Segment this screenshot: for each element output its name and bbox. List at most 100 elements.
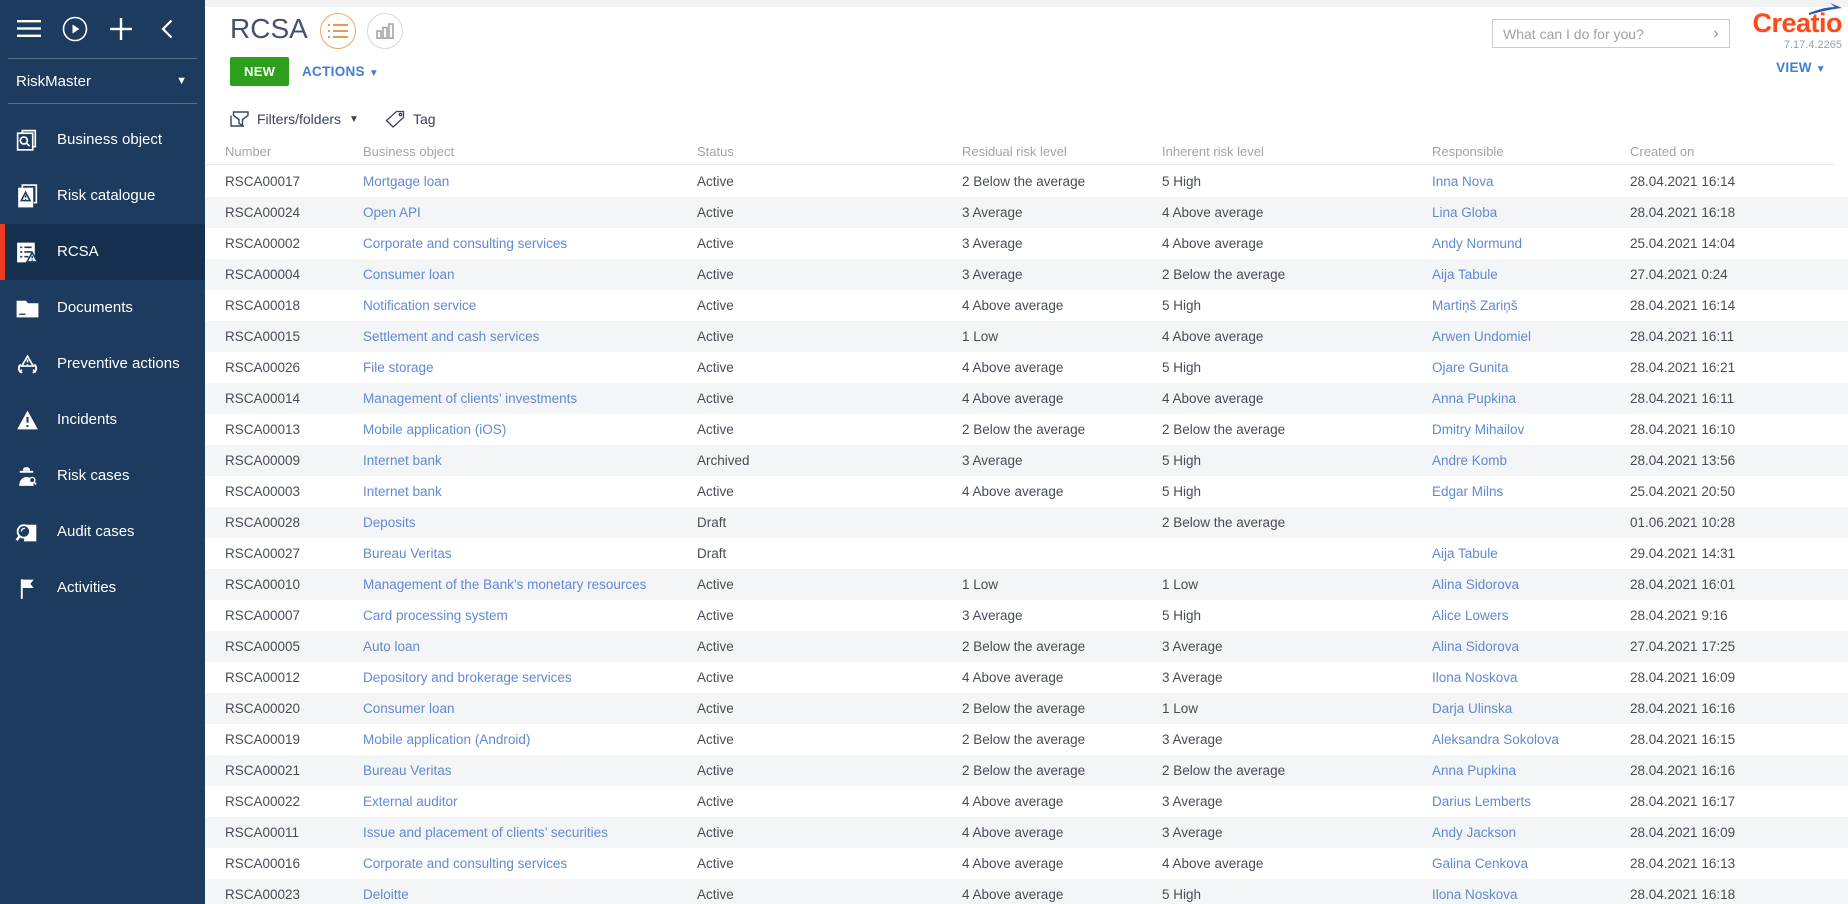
- column-header-residual-risk-level[interactable]: Residual risk level: [962, 144, 1162, 159]
- table-row[interactable]: RSCA00003 Internet bank Active 4 Above a…: [205, 476, 1848, 507]
- cell-responsible-link[interactable]: Darja Ulinska: [1432, 701, 1630, 716]
- cell-business-object-link[interactable]: Deposits: [363, 515, 697, 530]
- table-row[interactable]: RSCA00020 Consumer loan Active 2 Below t…: [205, 693, 1848, 724]
- column-header-business-object[interactable]: Business object: [363, 144, 697, 159]
- cell-responsible-link[interactable]: Andy Normund: [1432, 236, 1630, 251]
- cell-responsible-link[interactable]: Anna Pupkina: [1432, 763, 1630, 778]
- table-row[interactable]: RSCA00010 Management of the Bank’s monet…: [205, 569, 1848, 600]
- list-view-toggle[interactable]: [320, 13, 356, 49]
- cell-business-object-link[interactable]: Internet bank: [363, 453, 697, 468]
- cell-business-object-link[interactable]: File storage: [363, 360, 697, 375]
- cell-responsible-link[interactable]: Aleksandra Sokolova: [1432, 732, 1630, 747]
- table-row[interactable]: RSCA00012 Depository and brokerage servi…: [205, 662, 1848, 693]
- search-input[interactable]: [1493, 26, 1703, 42]
- column-header-status[interactable]: Status: [697, 144, 962, 159]
- sidebar-item-rcsa[interactable]: RCSA: [0, 224, 205, 280]
- cell-business-object-link[interactable]: Depository and brokerage services: [363, 670, 697, 685]
- table-row[interactable]: RSCA00018 Notification service Active 4 …: [205, 290, 1848, 321]
- table-row[interactable]: RSCA00007 Card processing system Active …: [205, 600, 1848, 631]
- sidebar-item-audit-cases[interactable]: Audit cases: [0, 504, 205, 560]
- sidebar-item-business-object[interactable]: Business object: [0, 112, 205, 168]
- cell-responsible-link[interactable]: Alina Sidorova: [1432, 577, 1630, 592]
- column-header-number[interactable]: Number: [225, 144, 363, 159]
- table-row[interactable]: RSCA00028 Deposits Draft 2 Below the ave…: [205, 507, 1848, 538]
- table-row[interactable]: RSCA00022 External auditor Active 4 Abov…: [205, 786, 1848, 817]
- cell-business-object-link[interactable]: Settlement and cash services: [363, 329, 697, 344]
- table-row[interactable]: RSCA00021 Bureau Veritas Active 2 Below …: [205, 755, 1848, 786]
- table-row[interactable]: RSCA00015 Settlement and cash services A…: [205, 321, 1848, 352]
- sidebar-item-risk-cases[interactable]: Risk cases: [0, 448, 205, 504]
- sidebar-item-incidents[interactable]: Incidents: [0, 392, 205, 448]
- column-header-inherent-risk-level[interactable]: Inherent risk level: [1162, 144, 1432, 159]
- cell-responsible-link[interactable]: Galina Cenkova: [1432, 856, 1630, 871]
- cell-responsible-link[interactable]: Lina Globa: [1432, 205, 1630, 220]
- filters-folders-dropdown[interactable]: Filters/folders ▼: [230, 111, 359, 128]
- cell-business-object-link[interactable]: Corporate and consulting services: [363, 236, 697, 251]
- sidebar-item-documents[interactable]: Documents: [0, 280, 205, 336]
- cell-responsible-link[interactable]: Darius Lemberts: [1432, 794, 1630, 809]
- cell-business-object-link[interactable]: Mobile application (iOS): [363, 422, 697, 437]
- cell-responsible-link[interactable]: Ojare Gunita: [1432, 360, 1630, 375]
- cell-responsible-link[interactable]: Anna Pupkina: [1432, 391, 1630, 406]
- cell-responsible-link[interactable]: Andy Jackson: [1432, 825, 1630, 840]
- search-submit-icon[interactable]: ›: [1703, 25, 1729, 43]
- table-row[interactable]: RSCA00016 Corporate and consulting servi…: [205, 848, 1848, 879]
- sidebar-item-preventive-actions[interactable]: Preventive actions: [0, 336, 205, 392]
- sidebar-item-activities[interactable]: Activities: [0, 560, 205, 616]
- cell-responsible-link[interactable]: Alice Lowers: [1432, 608, 1630, 623]
- table-row[interactable]: RSCA00002 Corporate and consulting servi…: [205, 228, 1848, 259]
- table-row[interactable]: RSCA00019 Mobile application (Android) A…: [205, 724, 1848, 755]
- cell-responsible-link[interactable]: Inna Nova: [1432, 174, 1630, 189]
- collapse-icon[interactable]: [154, 16, 180, 42]
- new-button[interactable]: NEW: [230, 57, 289, 86]
- cell-business-object-link[interactable]: Consumer loan: [363, 701, 697, 716]
- cell-business-object-link[interactable]: Bureau Veritas: [363, 763, 697, 778]
- table-row[interactable]: RSCA00009 Internet bank Archived 3 Avera…: [205, 445, 1848, 476]
- cell-business-object-link[interactable]: Management of clients’ investments: [363, 391, 697, 406]
- cell-responsible-link[interactable]: Ilona Noskova: [1432, 887, 1630, 902]
- table-row[interactable]: RSCA00026 File storage Active 4 Above av…: [205, 352, 1848, 383]
- cell-business-object-link[interactable]: Management of the Bank’s monetary resour…: [363, 577, 697, 592]
- cell-business-object-link[interactable]: Bureau Veritas: [363, 546, 697, 561]
- cell-responsible-link[interactable]: Arwen Undomiel: [1432, 329, 1630, 344]
- cell-business-object-link[interactable]: Internet bank: [363, 484, 697, 499]
- cell-responsible-link[interactable]: Andre Komb: [1432, 453, 1630, 468]
- cell-responsible-link[interactable]: Martiņš Zariņš: [1432, 298, 1630, 313]
- cell-business-object-link[interactable]: Deloitte: [363, 887, 697, 902]
- column-header-responsible[interactable]: Responsible: [1432, 144, 1630, 159]
- table-row[interactable]: RSCA00027 Bureau Veritas Draft Aija Tabu…: [205, 538, 1848, 569]
- cell-responsible-link[interactable]: Aija Tabule: [1432, 546, 1630, 561]
- cell-business-object-link[interactable]: External auditor: [363, 794, 697, 809]
- cell-responsible-link[interactable]: Ilona Noskova: [1432, 670, 1630, 685]
- cell-business-object-link[interactable]: Auto loan: [363, 639, 697, 654]
- cell-business-object-link[interactable]: Mobile application (Android): [363, 732, 697, 747]
- table-row[interactable]: RSCA00017 Mortgage loan Active 2 Below t…: [205, 166, 1848, 197]
- play-icon[interactable]: [62, 16, 88, 42]
- table-row[interactable]: RSCA00004 Consumer loan Active 3 Average…: [205, 259, 1848, 290]
- actions-menu[interactable]: ACTIONS▼: [302, 64, 379, 79]
- analytics-view-toggle[interactable]: [367, 13, 403, 49]
- cell-responsible-link[interactable]: Dmitry Mihailov: [1432, 422, 1630, 437]
- column-header-created-on[interactable]: Created on: [1630, 144, 1834, 159]
- view-menu[interactable]: VIEW▼: [1776, 60, 1826, 75]
- menu-icon[interactable]: [16, 16, 42, 42]
- tag-button[interactable]: Tag: [385, 110, 436, 128]
- table-row[interactable]: RSCA00013 Mobile application (iOS) Activ…: [205, 414, 1848, 445]
- cell-business-object-link[interactable]: Open API: [363, 205, 697, 220]
- table-row[interactable]: RSCA00023 Deloitte Active 4 Above averag…: [205, 879, 1848, 904]
- cell-business-object-link[interactable]: Corporate and consulting services: [363, 856, 697, 871]
- add-icon[interactable]: [108, 16, 134, 42]
- table-row[interactable]: RSCA00005 Auto loan Active 2 Below the a…: [205, 631, 1848, 662]
- cell-responsible-link[interactable]: Alina Sidorova: [1432, 639, 1630, 654]
- table-row[interactable]: RSCA00024 Open API Active 3 Average 4 Ab…: [205, 197, 1848, 228]
- sidebar-item-risk-catalogue[interactable]: Risk catalogue: [0, 168, 205, 224]
- table-row[interactable]: RSCA00014 Management of clients’ investm…: [205, 383, 1848, 414]
- cell-business-object-link[interactable]: Mortgage loan: [363, 174, 697, 189]
- cell-responsible-link[interactable]: Edgar Milns: [1432, 484, 1630, 499]
- cell-business-object-link[interactable]: Card processing system: [363, 608, 697, 623]
- cell-business-object-link[interactable]: Consumer loan: [363, 267, 697, 282]
- table-row[interactable]: RSCA00011 Issue and placement of clients…: [205, 817, 1848, 848]
- cell-responsible-link[interactable]: Aija Tabule: [1432, 267, 1630, 282]
- cell-business-object-link[interactable]: Issue and placement of clients’ securiti…: [363, 825, 697, 840]
- workplace-selector[interactable]: RiskMaster ▼: [0, 61, 205, 101]
